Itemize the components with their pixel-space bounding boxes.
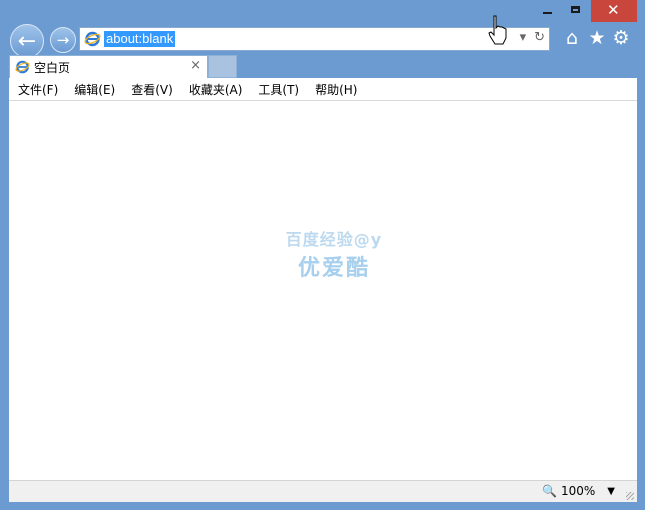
minimize-button[interactable] [533,0,562,22]
tab-title: 空白页 [34,61,71,75]
maximize-button[interactable] [562,0,591,22]
forward-button[interactable]: → [50,27,76,53]
magnifier-icon: 🔍 [542,484,557,498]
ie-tab-icon [15,60,30,74]
menu-file[interactable]: 文件(F) [9,81,66,98]
tab-close-icon[interactable]: × [190,58,201,73]
menu-favorites[interactable]: 收藏夹(A) [181,81,251,98]
tab-blank-page[interactable]: 空白页 × [9,55,208,78]
status-bar: 🔍 100% ▼ [9,480,637,502]
forward-arrow-icon: → [56,31,70,49]
window-controls: ✕ [533,0,637,22]
close-window-button[interactable]: ✕ [591,0,637,22]
watermark-line1: 百度经验@y [285,230,383,249]
resize-grip[interactable] [626,492,634,500]
home-button[interactable]: ⌂ [562,28,582,48]
menu-view[interactable]: 查看(V) [123,81,181,98]
favorites-star-icon: ★ [588,27,606,49]
back-button[interactable]: ← [10,24,44,58]
minimize-icon [543,12,552,14]
favorites-button[interactable]: ★ [587,28,607,48]
home-icon: ⌂ [565,27,579,49]
menu-help[interactable]: 帮助(H) [307,81,365,98]
browser-window: ✕ ← → about:blank ▾ ↻ ⌂ ★ ⚙ 空白页 × 文件(F) [0,0,645,510]
zoom-level: 100% [560,484,596,498]
maximize-icon [571,6,580,13]
ie-logo-icon [84,31,101,47]
back-arrow-icon: ← [17,28,37,54]
refresh-icon[interactable]: ↻ [534,30,545,45]
menu-edit[interactable]: 编辑(E) [66,81,123,98]
settings-button[interactable]: ⚙ [611,28,631,48]
new-tab-button[interactable] [208,55,237,78]
address-bar[interactable]: about:blank ▾ ↻ [79,27,550,51]
search-dropdown-icon[interactable]: ▾ [520,30,527,45]
settings-gear-icon: ⚙ [612,27,630,49]
close-icon: ✕ [607,1,620,19]
zoom-dropdown-icon[interactable]: ▼ [607,486,615,497]
page-content: 百度经验@y 优爱酷 [9,101,637,480]
address-controls: ▾ ↻ [520,30,545,45]
menu-bar: 文件(F) 编辑(E) 查看(V) 收藏夹(A) 工具(T) 帮助(H) [9,78,637,101]
url-text[interactable]: about:blank [104,31,176,47]
hand-cursor-icon [488,15,507,45]
watermark-line2: 优爱酷 [297,256,370,281]
menu-tools[interactable]: 工具(T) [250,81,307,98]
watermark: 百度经验@y 优爱酷 [274,226,394,282]
zoom-control[interactable]: 🔍 100% ▼ [542,484,615,498]
